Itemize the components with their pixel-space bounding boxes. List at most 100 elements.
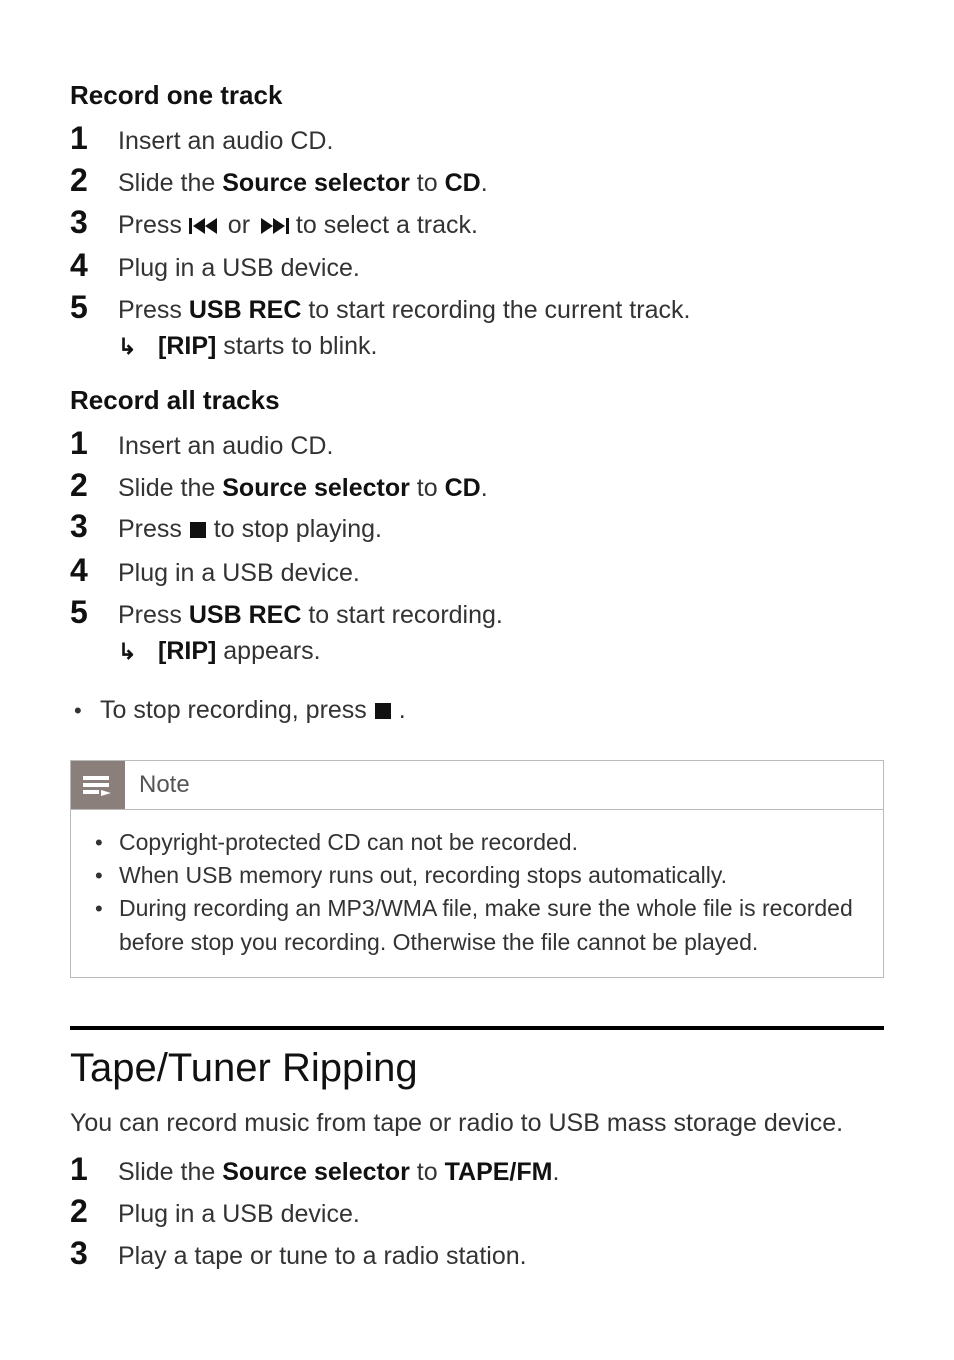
text: Press bbox=[118, 601, 189, 629]
steps-record-all-tracks: 1Insert an audio CD.2Slide the Source se… bbox=[70, 424, 884, 666]
step: 4Plug in a USB device. bbox=[70, 246, 884, 288]
step: 5Press USB REC to start recording. bbox=[70, 593, 884, 635]
bold-text: CD bbox=[445, 474, 481, 502]
heading-record-one-track: Record one track bbox=[70, 80, 884, 111]
result-arrow-icon: ↳ bbox=[118, 639, 158, 665]
text: or bbox=[221, 211, 257, 239]
heading-tape-tuner-ripping: Tape/Tuner Ripping bbox=[70, 1046, 884, 1091]
note-block: Note •Copyright-protected CD can not be … bbox=[70, 760, 884, 978]
skip-previous-icon bbox=[189, 208, 221, 247]
step-body: Insert an audio CD. bbox=[118, 425, 884, 466]
step-result: ↳[RIP] starts to blink. bbox=[70, 332, 884, 361]
text: Insert an audio CD. bbox=[118, 127, 333, 155]
step-body: Slide the Source selector to CD. bbox=[118, 162, 884, 203]
step-number: 4 bbox=[70, 246, 118, 284]
step-number: 2 bbox=[70, 466, 118, 504]
result-arrow-icon: ↳ bbox=[118, 334, 158, 360]
text: to start recording. bbox=[301, 601, 502, 629]
step: 1Insert an audio CD. bbox=[70, 424, 884, 466]
step: 1Slide the Source selector to TAPE/FM. bbox=[70, 1150, 884, 1192]
step: 1Insert an audio CD. bbox=[70, 119, 884, 161]
bold-text: USB REC bbox=[189, 296, 302, 324]
text: Press bbox=[118, 296, 189, 324]
text: . bbox=[552, 1158, 559, 1186]
bold-text: CD bbox=[445, 169, 481, 197]
step: 3Press to stop playing. bbox=[70, 507, 884, 551]
note-text: Copyright-protected CD can not be record… bbox=[119, 826, 578, 859]
text: Insert an audio CD. bbox=[118, 432, 333, 460]
text: Press bbox=[118, 515, 189, 543]
section-divider bbox=[70, 1026, 884, 1030]
step-body: Insert an audio CD. bbox=[118, 120, 884, 161]
text: . bbox=[481, 474, 488, 502]
bullet-dot: • bbox=[85, 860, 119, 892]
text: To stop recording, press bbox=[100, 696, 374, 724]
note-body: •Copyright-protected CD can not be recor… bbox=[71, 810, 883, 977]
text: to bbox=[410, 1158, 445, 1186]
text: to start recording the current track. bbox=[301, 296, 690, 324]
note-text: When USB memory runs out, recording stop… bbox=[119, 859, 727, 892]
step-number: 3 bbox=[70, 203, 118, 241]
text: Slide the bbox=[118, 169, 222, 197]
bold-text: [RIP] bbox=[158, 332, 216, 360]
step: 2Slide the Source selector to CD. bbox=[70, 161, 884, 203]
text: Plug in a USB device. bbox=[118, 254, 360, 282]
steps-record-one-track: 1Insert an audio CD.2Slide the Source se… bbox=[70, 119, 884, 361]
step: 2Slide the Source selector to CD. bbox=[70, 466, 884, 508]
step-body: Plug in a USB device. bbox=[118, 247, 884, 288]
stop-icon bbox=[374, 692, 392, 732]
intro-tape-tuner: You can record music from tape or radio … bbox=[70, 1105, 884, 1143]
step-result: ↳[RIP] appears. bbox=[70, 637, 884, 666]
steps-tape-tuner: 1Slide the Source selector to TAPE/FM.2P… bbox=[70, 1150, 884, 1275]
bold-text: Source selector bbox=[222, 169, 410, 197]
step: 5Press USB REC to start recording the cu… bbox=[70, 288, 884, 330]
bold-text: Source selector bbox=[222, 1158, 410, 1186]
step: 2Plug in a USB device. bbox=[70, 1192, 884, 1234]
text: Play a tape or tune to a radio station. bbox=[118, 1242, 527, 1270]
note-header: Note bbox=[71, 761, 883, 810]
text: to bbox=[410, 474, 445, 502]
step-body: Press USB REC to start recording the cur… bbox=[118, 289, 884, 330]
bold-text: Source selector bbox=[222, 474, 410, 502]
text: to bbox=[410, 169, 445, 197]
text: starts to blink. bbox=[216, 332, 377, 360]
bold-text: [RIP] bbox=[158, 637, 216, 665]
stop-recording-note: •To stop recording, press . bbox=[70, 690, 884, 732]
text: . bbox=[392, 696, 406, 724]
text: to stop playing. bbox=[207, 515, 382, 543]
manual-page: Record one track 1Insert an audio CD.2Sl… bbox=[0, 0, 954, 1360]
step-body: Plug in a USB device. bbox=[118, 552, 884, 593]
bold-text: USB REC bbox=[189, 601, 302, 629]
bullet-dot: • bbox=[85, 827, 119, 859]
text: Press bbox=[118, 211, 189, 239]
step-number: 5 bbox=[70, 593, 118, 631]
result-body: [RIP] appears. bbox=[158, 637, 321, 666]
step: 3Play a tape or tune to a radio station. bbox=[70, 1234, 884, 1276]
step-body: Press or to select a track. bbox=[118, 204, 884, 247]
result-body: [RIP] starts to blink. bbox=[158, 332, 378, 361]
step-number: 1 bbox=[70, 424, 118, 462]
step-number: 5 bbox=[70, 288, 118, 326]
bullet-body: To stop recording, press . bbox=[100, 690, 406, 732]
note-item: •Copyright-protected CD can not be recor… bbox=[85, 826, 869, 859]
step-number: 1 bbox=[70, 1150, 118, 1188]
text: Slide the bbox=[118, 474, 222, 502]
step-body: Press USB REC to start recording. bbox=[118, 594, 884, 635]
step-body: Slide the Source selector to CD. bbox=[118, 467, 884, 508]
step-number: 2 bbox=[70, 1192, 118, 1230]
bullet-dot: • bbox=[85, 893, 119, 925]
step-body: Play a tape or tune to a radio station. bbox=[118, 1235, 884, 1276]
text: Plug in a USB device. bbox=[118, 559, 360, 587]
skip-next-icon bbox=[257, 208, 289, 247]
step-number: 2 bbox=[70, 161, 118, 199]
step: 4Plug in a USB device. bbox=[70, 551, 884, 593]
step-body: Slide the Source selector to TAPE/FM. bbox=[118, 1151, 884, 1192]
step-number: 3 bbox=[70, 507, 118, 545]
text: Plug in a USB device. bbox=[118, 1200, 360, 1228]
heading-record-all-tracks: Record all tracks bbox=[70, 385, 884, 416]
step-body: Plug in a USB device. bbox=[118, 1193, 884, 1234]
text: to select a track. bbox=[289, 211, 478, 239]
bold-text: TAPE/FM bbox=[445, 1158, 553, 1186]
step-number: 1 bbox=[70, 119, 118, 157]
stop-icon bbox=[189, 512, 207, 551]
